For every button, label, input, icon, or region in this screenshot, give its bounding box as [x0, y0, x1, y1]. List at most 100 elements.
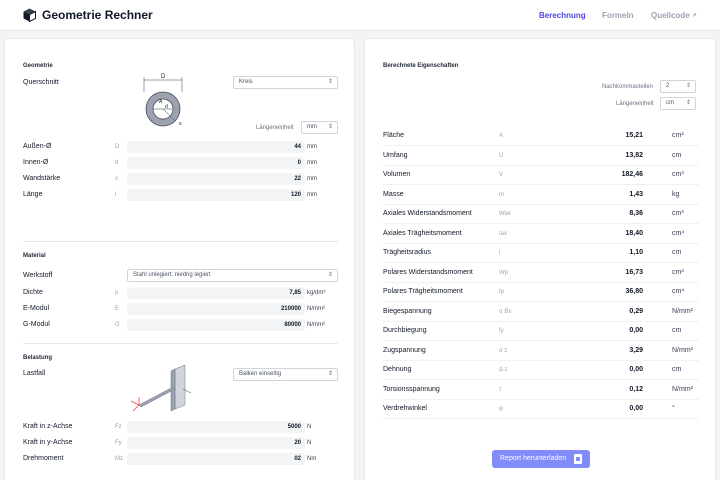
load-case-select[interactable]: Balken einseitig ⇕: [233, 368, 338, 381]
nav-link-quellcode[interactable]: Quellcode ↗: [651, 11, 697, 20]
result-symbol: m: [499, 191, 504, 198]
result-unit: cm³: [672, 171, 684, 178]
divider: [23, 241, 338, 242]
input-panel: Geometrie Querschnitt Kreis ⇕ D A d s Lä…: [4, 38, 355, 480]
field-symbol: G: [115, 322, 120, 328]
result-unit: cm²: [672, 132, 684, 139]
density-input[interactable]: 7,85: [127, 287, 305, 299]
results-unit-label: Längeneinheit: [616, 101, 654, 107]
field-label-torque: Drehmoment: [23, 455, 64, 462]
length-input[interactable]: 120: [127, 189, 305, 201]
field-unit: N: [307, 424, 312, 430]
results-panel: Berechnete Eigenschaften Nachkommastelle…: [364, 38, 716, 480]
load-section-title: Belastung: [23, 355, 53, 361]
field-unit: mm: [307, 144, 317, 150]
result-unit: cm: [672, 249, 682, 256]
result-row: Polares Trägheitsmoment Ip 36,80 cm⁴: [383, 283, 699, 302]
field-label-inner-diameter: Innen-Ø: [23, 159, 49, 166]
result-unit: cm⁴: [672, 288, 685, 295]
e-modulus-input[interactable]: 210000: [127, 303, 305, 315]
field-label-force-z: Kraft in z-Achse: [23, 423, 73, 430]
result-symbol: σ z: [499, 347, 508, 354]
field-unit: mm: [307, 176, 317, 182]
outer-diameter-input[interactable]: 44: [127, 141, 305, 153]
chevron-updown-icon: ⇕: [685, 83, 691, 89]
field-label-force-y: Kraft in y-Achse: [23, 439, 73, 446]
result-label: Axiales Trägheitsmoment: [383, 229, 462, 237]
result-label: Axiales Widerstandsmoment: [383, 210, 472, 217]
force-y-input[interactable]: 20: [127, 437, 305, 449]
field-unit: mm: [307, 160, 317, 166]
result-value: 18,40: [625, 229, 643, 237]
result-value: 13,82: [625, 151, 643, 159]
download-report-label: Report herunterladen: [500, 455, 567, 462]
result-symbol: Wp: [499, 269, 508, 276]
decimals-select-value: 2: [666, 83, 670, 89]
result-symbol: U: [499, 152, 504, 159]
load-case-label: Lastfall: [23, 370, 46, 377]
result-symbol: σ Bx: [499, 308, 512, 315]
results-unit-select[interactable]: cm ⇕: [660, 97, 696, 110]
field-label-outer-diameter: Außen-Ø: [23, 143, 52, 150]
result-value: 0,12: [629, 385, 643, 393]
inner-diameter-input[interactable]: 0: [127, 157, 305, 169]
result-row: Masse m 1,43 kg: [383, 186, 699, 205]
result-label: Biegespannung: [383, 307, 432, 315]
result-row: Torsionsspannung τ 0,12 N/mm²: [383, 381, 699, 400]
result-label: Durchbiegung: [383, 327, 427, 334]
field-label-g-modulus: G-Modul: [23, 321, 50, 328]
result-unit: cm: [672, 327, 682, 334]
field-label-wall-thickness: Wandstärke: [23, 175, 61, 182]
result-value: 16,73: [625, 268, 643, 276]
result-symbol: i: [499, 250, 501, 256]
result-value: 15,21: [625, 132, 643, 139]
field-label-length: Länge: [23, 191, 43, 198]
result-label: Volumen: [383, 171, 411, 178]
result-row: Dehnung Δ z 0,00 cm: [383, 361, 699, 380]
result-unit: °: [672, 405, 675, 412]
decimals-select[interactable]: 2 ⇕: [660, 80, 696, 93]
result-unit: N/mm²: [672, 307, 693, 315]
result-row: Axiales Widerstandsmoment Wax 8,36 cm³: [383, 205, 699, 224]
geometry-unit-select[interactable]: mm ⇕: [301, 121, 338, 134]
result-unit: cm⁴: [672, 229, 685, 237]
field-unit: mm: [307, 192, 317, 198]
load-case-select-value: Balken einseitig: [239, 371, 282, 377]
result-row: Durchbiegung fy 0,00 cm: [383, 322, 699, 341]
download-report-button[interactable]: Report herunterladen: [492, 450, 590, 468]
result-unit: cm³: [672, 210, 684, 217]
force-z-input[interactable]: 5000: [127, 421, 305, 433]
wall-thickness-input[interactable]: 22: [127, 173, 305, 185]
result-label: Zugspannung: [383, 346, 426, 354]
result-row: Trägheitsradius i 1,10 cm: [383, 244, 699, 263]
top-bar: Geometrie Rechner Berechnung Formeln Que…: [0, 0, 720, 31]
field-unit: N: [307, 440, 312, 446]
cross-section-select[interactable]: Kreis ⇕: [233, 76, 338, 89]
chevron-updown-icon: ⇕: [327, 371, 333, 377]
field-symbol: D: [115, 144, 120, 150]
diagram-label-s: s: [179, 121, 182, 127]
diagram-label-d-outer: D: [161, 74, 166, 80]
result-unit: cm³: [672, 268, 684, 276]
result-label: Trägheitsradius: [383, 249, 431, 256]
field-symbol: Fz: [115, 424, 122, 430]
field-unit: N/mm²: [307, 306, 325, 312]
nav-link-formeln[interactable]: Formeln: [602, 11, 634, 20]
g-modulus-input[interactable]: 80000: [127, 319, 305, 331]
result-row: Umfang U 13,82 cm: [383, 147, 699, 166]
material-select[interactable]: Stahl unlegiert: niedrig legiert ⇕: [127, 269, 338, 282]
field-unit: N/mm²: [307, 322, 325, 328]
torque-input[interactable]: 02: [127, 453, 305, 465]
material-section-title: Material: [23, 253, 46, 259]
nav-link-berechnung[interactable]: Berechnung: [539, 11, 586, 20]
field-symbol: l: [115, 192, 117, 198]
result-label: Polares Widerstandsmoment: [383, 268, 473, 276]
result-row: Axiales Trägheitsmoment Iax 18,40 cm⁴: [383, 225, 699, 244]
result-label: Verdrehwinkel: [383, 405, 427, 412]
result-symbol: φ: [499, 406, 503, 412]
external-link-icon: ↗: [691, 13, 697, 19]
chevron-updown-icon: ⇕: [327, 79, 333, 85]
result-label: Fläche: [383, 132, 405, 139]
field-symbol: Mz: [115, 456, 123, 462]
result-symbol: Δ z: [499, 367, 508, 373]
